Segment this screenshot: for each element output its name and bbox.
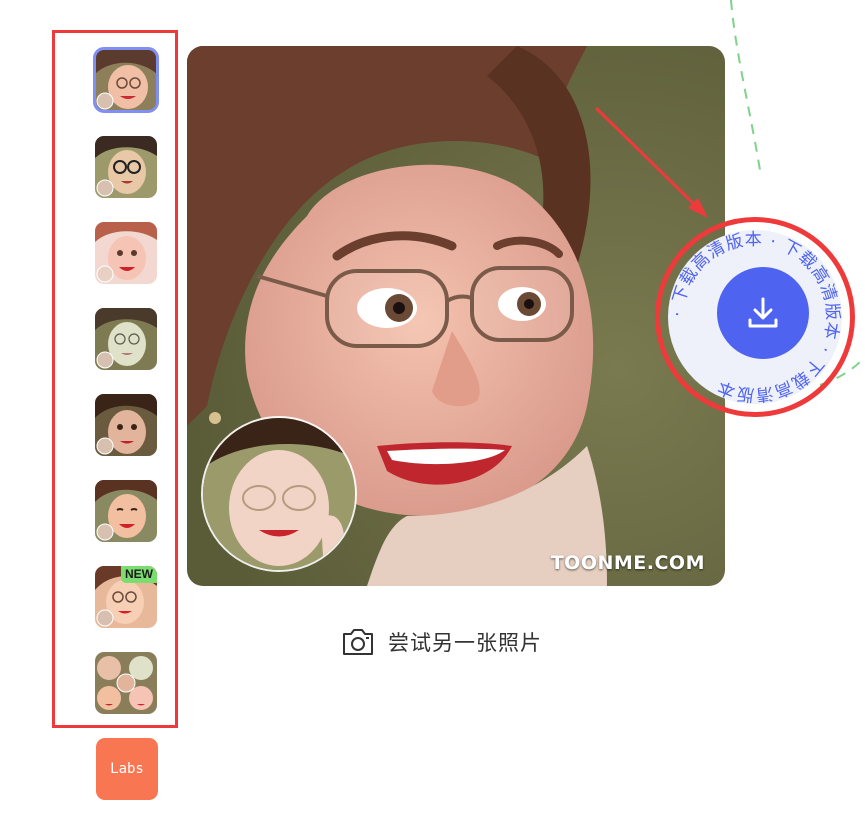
style-thumb-4[interactable] [95,308,157,370]
labs-label: Labs [110,761,144,777]
portrait-thumbnail-image [95,136,157,198]
toonme-watermark: TOONME.COM [550,552,705,574]
original-photo-image [203,418,355,570]
portrait-thumbnail-image [95,480,157,542]
download-hd-button[interactable] [717,267,809,359]
try-another-label: 尝试另一张照片 [388,631,542,655]
style-thumb-5[interactable] [95,394,157,456]
download-ring-background: · 下载高清版本 · 下载高清版本 · 下载高清版本 [668,230,842,404]
style-thumb-2[interactable] [95,136,157,198]
labs-button[interactable]: Labs [96,738,158,800]
portrait-thumbnail-image [95,49,157,111]
style-thumb-8[interactable] [95,652,157,714]
style-thumb-7[interactable]: NEW [95,566,157,628]
portrait-thumbnail-image [95,222,157,284]
portrait-thumbnail-image [95,652,157,714]
new-badge: NEW [121,566,157,583]
try-another-photo-button[interactable]: 尝试另一张照片 [342,624,542,660]
portrait-thumbnail-image [95,308,157,370]
style-thumb-6[interactable] [95,480,157,542]
main-result-image: TOONME.COM [187,46,725,586]
original-photo-inset [201,416,357,572]
camera-icon [343,629,373,655]
download-icon [748,297,778,328]
style-thumb-1[interactable] [93,47,159,113]
style-thumb-3[interactable] [95,222,157,284]
download-highlight-ring: · 下载高清版本 · 下载高清版本 · 下载高清版本 [655,217,855,417]
portrait-thumbnail-image [95,394,157,456]
